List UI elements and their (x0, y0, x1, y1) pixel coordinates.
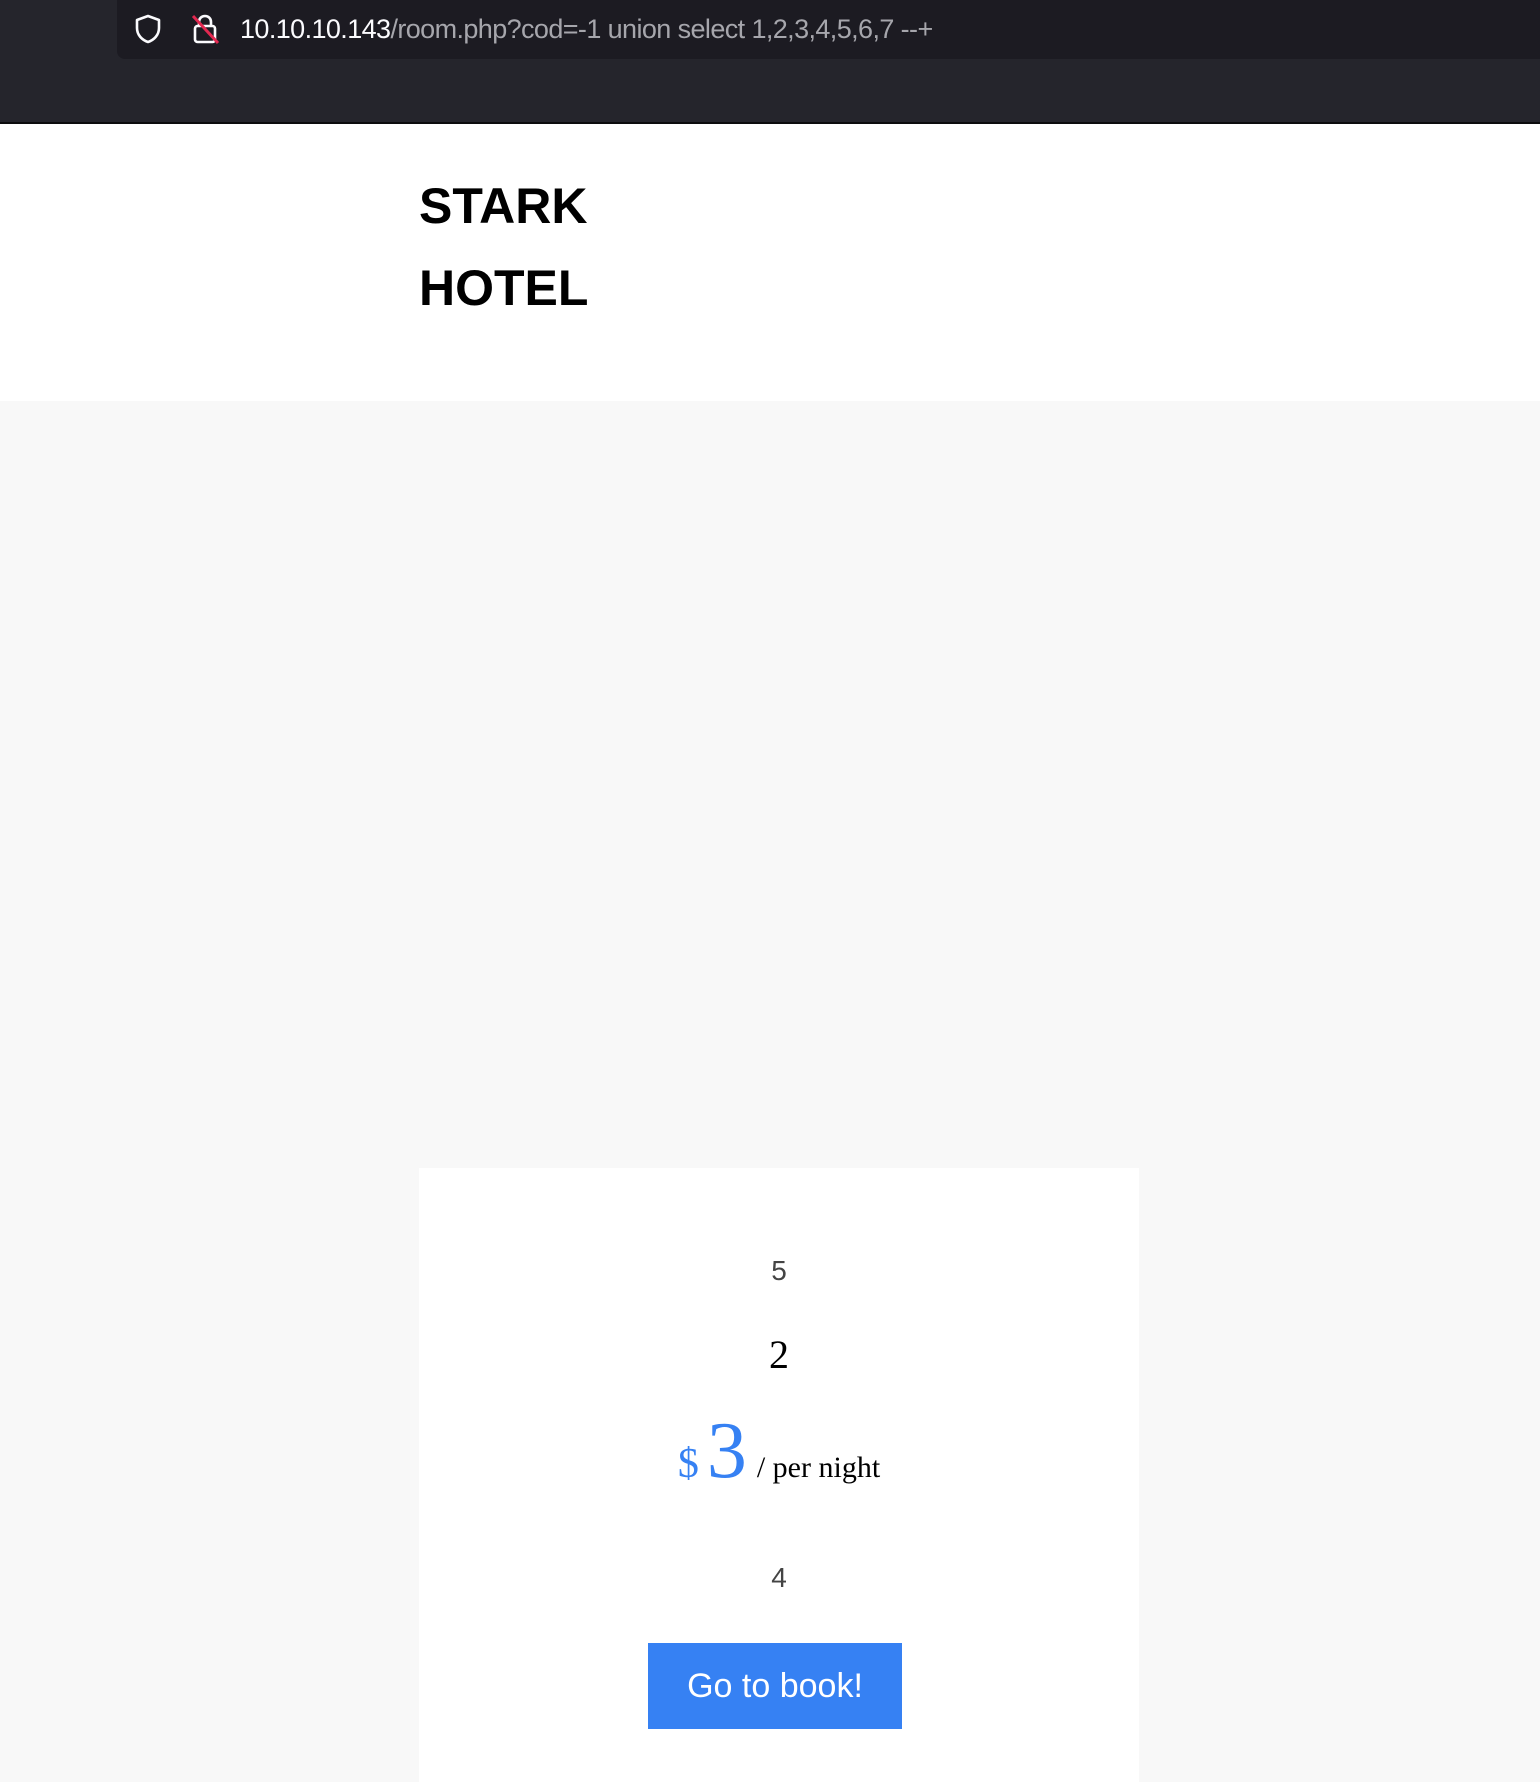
price: $3 / per night (678, 1406, 880, 1497)
price-amount: 3 (706, 1407, 747, 1495)
site-header: STARK HOTEL (0, 124, 1540, 401)
currency-symbol: $ (677, 1441, 699, 1487)
site-logo[interactable]: STARK HOTEL (419, 165, 588, 329)
url-host: 10.10.10.143 (240, 14, 391, 44)
price-row: $3 / per night (419, 1406, 1139, 1495)
insecure-lock-icon[interactable] (188, 12, 222, 46)
room-type: 5 (771, 1255, 787, 1286)
shield-icon[interactable] (132, 13, 164, 45)
logo-line-1: STARK (419, 178, 588, 234)
url-path: /room.php?cod=-1 union select 1,2,3,4,5,… (390, 14, 933, 44)
browser-toolbar: 10.10.10.143/room.php?cod=-1 union selec… (0, 0, 1540, 124)
logo-line-2: HOTEL (419, 260, 589, 316)
room-description: 4 (771, 1562, 787, 1593)
price-suffix: / per night (756, 1451, 881, 1484)
url-text[interactable]: 10.10.10.143/room.php?cod=-1 union selec… (240, 12, 933, 46)
room-card: 5 2 $3 / per night 4 Go to book! (419, 1168, 1139, 1782)
room-name: 2 (769, 1332, 789, 1377)
book-button[interactable]: Go to book! (648, 1643, 902, 1729)
